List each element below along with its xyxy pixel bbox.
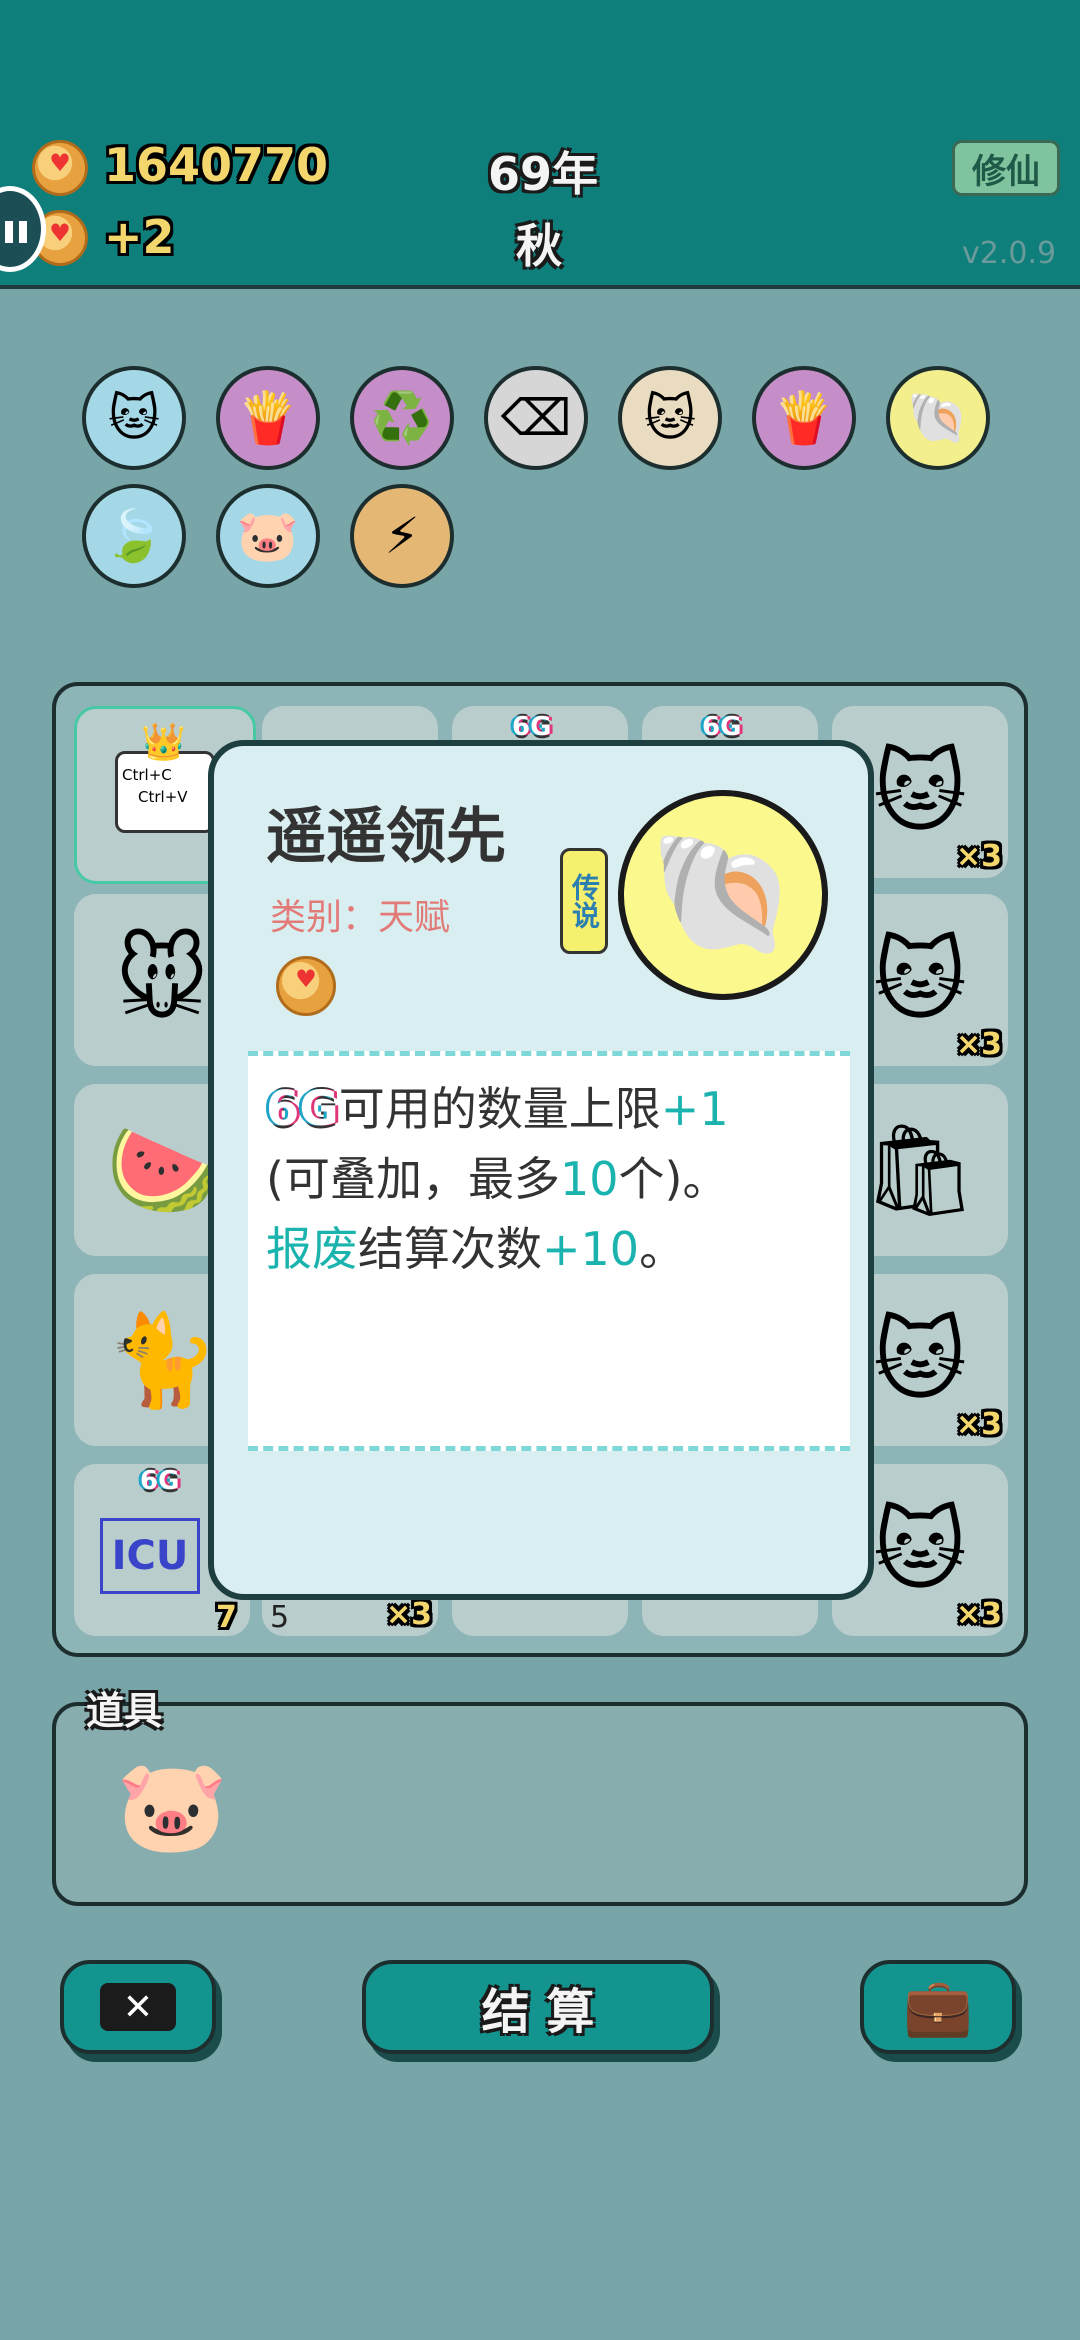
tools-label: 道具 <box>86 1689 163 1733</box>
year-label: 69年 <box>488 147 599 201</box>
skill-fries-icon[interactable]: 🍟 <box>216 366 320 470</box>
modal-category: 类别：天赋 <box>270 897 451 938</box>
skill-lightning-icon[interactable]: ⚡ <box>350 484 454 588</box>
lightning-icon: ⚡ <box>384 507 420 565</box>
ctrl-v-label: Ctrl+V <box>138 788 188 806</box>
sixg-label: 6G <box>140 1466 180 1496</box>
pause-button[interactable] <box>0 186 46 272</box>
pause-icon <box>5 221 13 243</box>
version-label: v2.0.9 <box>962 236 1057 271</box>
modal-title: 遥遥领先 <box>266 802 506 872</box>
skill-leaf-icon[interactable]: 🍃 <box>82 484 186 588</box>
skill-piggy-bank-icon[interactable]: 🐷 <box>216 484 320 588</box>
desc-value: +10 <box>542 1222 640 1276</box>
close-icon: ✕ <box>100 1983 176 2031</box>
cat-icon: 🐱 <box>873 1307 967 1413</box>
shell-icon: 🐚 <box>906 388 970 447</box>
skill-fries-icon-2[interactable]: 🍟 <box>752 366 856 470</box>
desc-text: (可叠加，最多 <box>266 1152 560 1206</box>
stack-count: ×3 <box>385 1597 432 1632</box>
number-5: 5 <box>270 1600 290 1635</box>
bag-button[interactable]: 💼 <box>860 1960 1016 2054</box>
cat-icon: 🐱 <box>873 1497 967 1603</box>
ctrl-c-label: Ctrl+C <box>122 766 172 784</box>
skill-delete-tag-icon[interactable]: ⌫ <box>484 366 588 470</box>
mouse-icon: 🐭 <box>115 927 209 1033</box>
desc-value: +1 <box>660 1082 729 1136</box>
description-box: 6G可用的数量上限+1 (可叠加，最多10个)。 报废结算次数+10。 <box>248 1051 850 1451</box>
stack-count: ×3 <box>955 1027 1002 1062</box>
watermelon-icon: 🍉 <box>105 1117 219 1223</box>
pause-icon-bar <box>19 221 27 243</box>
desc-value: 10 <box>559 1152 619 1206</box>
coin-icon <box>276 956 336 1016</box>
leaf-icon: 🍃 <box>102 506 166 565</box>
cat-icon: 🐱 <box>873 739 967 845</box>
settle-button-label: 结 算 <box>481 1984 595 2040</box>
top-bar: 1640770 +2 69年 秋 修仙 v2.0.9 <box>0 0 1080 289</box>
desc-text: 可用的数量上限 <box>338 1082 661 1136</box>
desc-text: 结算次数 <box>358 1222 542 1276</box>
twin-cats-icon: 🐱 <box>643 389 697 447</box>
cultivate-button-label: 修仙 <box>972 151 1040 192</box>
coin-count: 1640770 <box>104 138 329 192</box>
garbage-bag-icon: 🛍 <box>862 1117 978 1223</box>
stack-count: ×3 <box>955 1407 1002 1442</box>
sixg-label: 6G <box>512 712 552 742</box>
skill-recycle-icon[interactable]: ♻️ <box>350 366 454 470</box>
coin-icon <box>32 140 88 196</box>
cat-icon: 🐈 <box>105 1307 219 1413</box>
shell-icon: 🐚 <box>618 790 828 1000</box>
item-detail-modal[interactable]: 遥遥领先 类别：天赋 传说 🐚 6G可用的数量上限+1 (可叠加，最多10个)。… <box>208 740 874 1600</box>
fries-icon: 🍟 <box>772 388 836 447</box>
skill-twin-cats-icon[interactable]: 🐱 <box>618 366 722 470</box>
cat-icon: 🐱 <box>873 927 967 1033</box>
sixg-label: 6G <box>702 712 742 742</box>
tools-panel: 道具 🐷 <box>52 1689 1028 1906</box>
crown-icon: 👑 <box>141 722 186 763</box>
fries-icon: 🍟 <box>236 388 300 447</box>
briefcase-icon: 💼 <box>903 1975 973 2040</box>
icu-label: ICU <box>100 1518 200 1594</box>
skill-shell-icon[interactable]: 🐚 <box>886 366 990 470</box>
income-value: +2 <box>104 210 175 264</box>
stack-count: ×3 <box>955 1597 1002 1632</box>
number-7: 7 <box>216 1600 237 1635</box>
desc-text: 。 <box>639 1222 686 1276</box>
cultivate-button[interactable]: 修仙 <box>952 140 1060 196</box>
season-label: 秋 <box>516 219 562 273</box>
recycle-icon: ♻️ <box>370 388 434 447</box>
sixg-keyword: 6G <box>266 1081 339 1137</box>
skill-cat-icon[interactable]: 🐱 <box>82 366 186 470</box>
stack-count: ×3 <box>955 839 1002 874</box>
piggy-bank-icon: 🐷 <box>236 506 300 565</box>
rarity-badge: 传说 <box>560 848 608 954</box>
delete-tag-icon: ⌫ <box>500 389 572 447</box>
cat-icon: 🐱 <box>107 389 161 447</box>
desc-keyword: 报废 <box>266 1222 358 1276</box>
desc-text: 个)。 <box>618 1152 729 1206</box>
discard-button[interactable]: ✕ <box>60 1960 216 2054</box>
settle-button[interactable]: 结 算 <box>362 1960 714 2054</box>
piggy-bank-icon[interactable]: 🐷 <box>116 1754 228 1859</box>
